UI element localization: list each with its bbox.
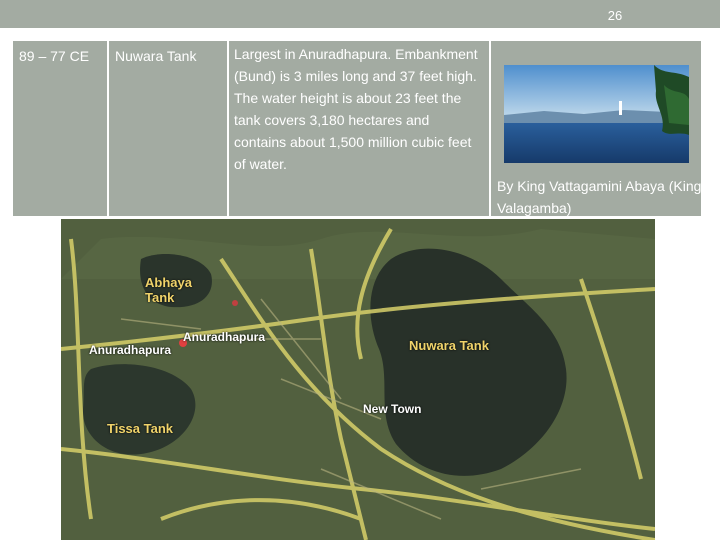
description-text: Largest in Anuradhapura. Embankment (Bun… [234,46,478,172]
map-label-anuradhapura: Anuradhapura [89,343,172,357]
tank-name-text: Nuwara Tank [115,48,197,64]
map-label-anuradhapura-pin: Anuradhapura [183,330,266,344]
builder-caption: By King Vattagamini Abaya (King Valagamb… [497,175,701,216]
period-cell: 89 – 77 CE [12,40,108,217]
description-cell: Largest in Anuradhapura. Embankment (Bun… [228,40,490,217]
tank-name-cell: Nuwara Tank [108,40,228,217]
map-label-new-town: New Town [363,402,422,416]
map-label-tissa-tank: Tissa Tank [107,421,173,436]
photo-cell: By King Vattagamini Abaya (King Valagamb… [490,40,702,217]
map-label-nuwara-tank: Nuwara Tank [409,338,489,353]
period-text: 89 – 77 CE [19,48,90,64]
page-number: 26 [607,8,623,23]
map-label-abhaya-tank: Abhaya Tank [145,275,192,305]
satellite-map: Abhaya Tank Tissa Tank Nuwara Tank Anura… [61,219,655,540]
tank-photo [504,65,689,163]
